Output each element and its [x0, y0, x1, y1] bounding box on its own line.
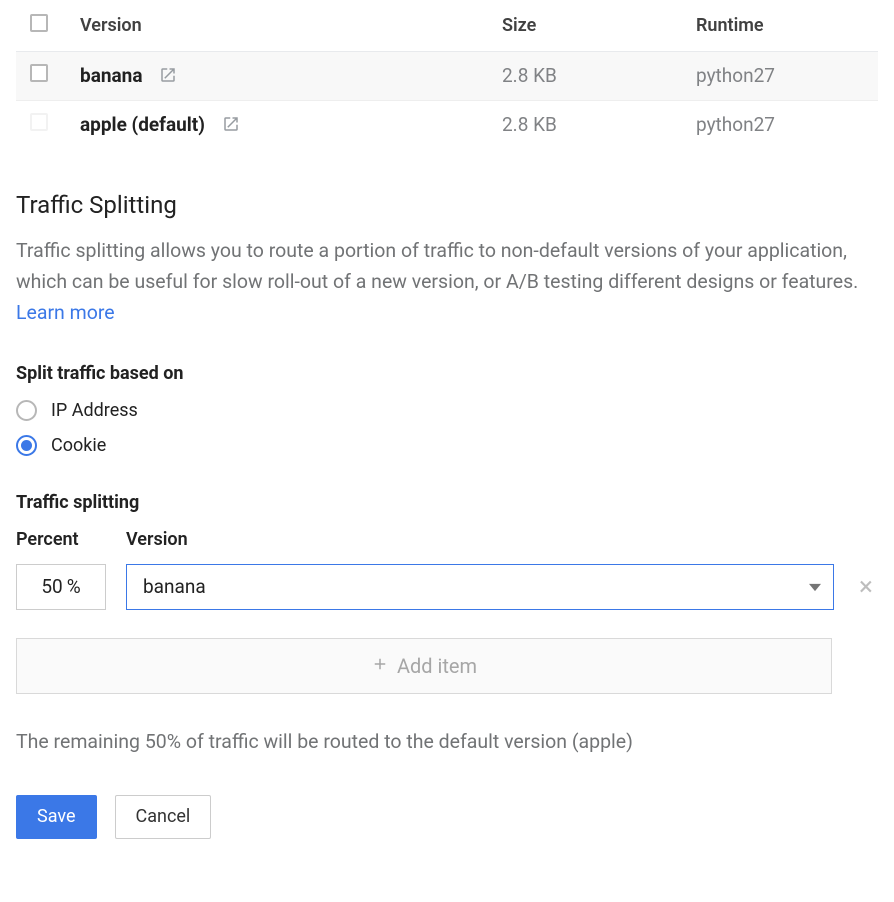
section-title: Traffic Splitting — [16, 191, 878, 219]
table-row[interactable]: apple (default) 2.8 KB python27 — [16, 100, 878, 149]
row-checkbox[interactable] — [30, 113, 48, 131]
versions-table: Version Size Runtime banana 2.8 KB pytho… — [16, 0, 878, 149]
form-actions: Save Cancel — [16, 795, 878, 839]
remaining-traffic-note: The remaining 50% of traffic will be rou… — [16, 730, 878, 753]
table-row[interactable]: banana 2.8 KB python27 — [16, 51, 878, 100]
chevron-down-icon — [809, 575, 821, 598]
percent-column-header: Percent — [16, 529, 106, 550]
radio-cookie[interactable]: Cookie — [16, 435, 878, 456]
table-header-row: Version Size Runtime — [16, 0, 878, 51]
col-runtime-header: Runtime — [696, 0, 878, 51]
add-item-button[interactable]: Add item — [16, 638, 832, 694]
percent-unit: % — [67, 575, 81, 598]
cancel-button[interactable]: Cancel — [115, 795, 212, 839]
version-column-header: Version — [126, 529, 834, 550]
traffic-splitting-label: Traffic splitting — [16, 492, 878, 513]
version-size: 2.8 KB — [502, 100, 696, 149]
radio-icon — [16, 435, 37, 456]
version-select[interactable]: banana — [126, 564, 834, 610]
version-size: 2.8 KB — [502, 51, 696, 100]
percent-value: 50 — [41, 575, 62, 598]
section-description-text: Traffic splitting allows you to route a … — [16, 239, 858, 293]
radio-label: IP Address — [51, 400, 138, 421]
external-link-icon[interactable] — [222, 113, 240, 136]
percent-input[interactable]: 50 % — [16, 564, 106, 610]
col-size-header: Size — [502, 0, 696, 51]
learn-more-link[interactable]: Learn more — [16, 301, 115, 324]
save-button[interactable]: Save — [16, 795, 97, 839]
external-link-icon[interactable] — [159, 64, 177, 87]
remove-row-button[interactable]: × — [854, 574, 878, 600]
plus-icon — [371, 654, 389, 678]
split-basis-label: Split traffic based on — [16, 363, 878, 384]
version-select-value: banana — [143, 575, 206, 598]
add-item-label: Add item — [397, 654, 477, 678]
traffic-split-row: 50 % banana × — [16, 564, 878, 610]
version-runtime: python27 — [696, 100, 878, 149]
section-description: Traffic splitting allows you to route a … — [16, 235, 876, 329]
radio-icon — [16, 400, 37, 421]
version-name: apple (default) — [80, 113, 205, 136]
col-version-header: Version — [80, 0, 502, 51]
version-name: banana — [80, 64, 143, 87]
row-checkbox[interactable] — [30, 64, 48, 82]
version-runtime: python27 — [696, 51, 878, 100]
radio-ip-address[interactable]: IP Address — [16, 400, 878, 421]
select-all-checkbox[interactable] — [30, 14, 48, 32]
radio-label: Cookie — [51, 435, 106, 456]
